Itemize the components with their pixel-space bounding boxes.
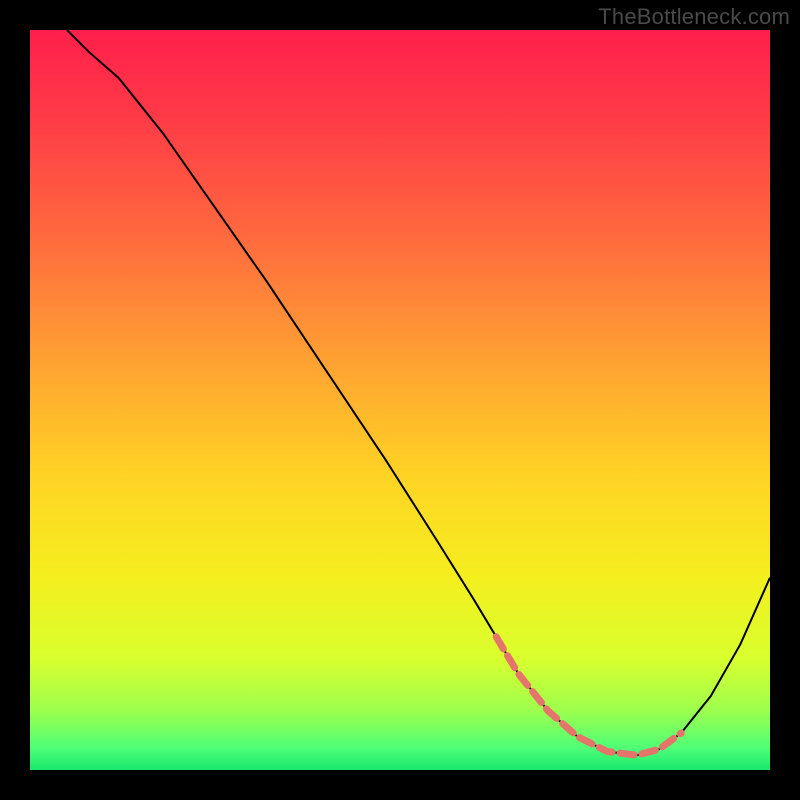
plot-area	[30, 30, 770, 770]
gradient-background	[30, 30, 770, 770]
chart-frame: TheBottleneck.com	[0, 0, 800, 800]
watermark-text: TheBottleneck.com	[598, 4, 790, 30]
chart-svg	[30, 30, 770, 770]
